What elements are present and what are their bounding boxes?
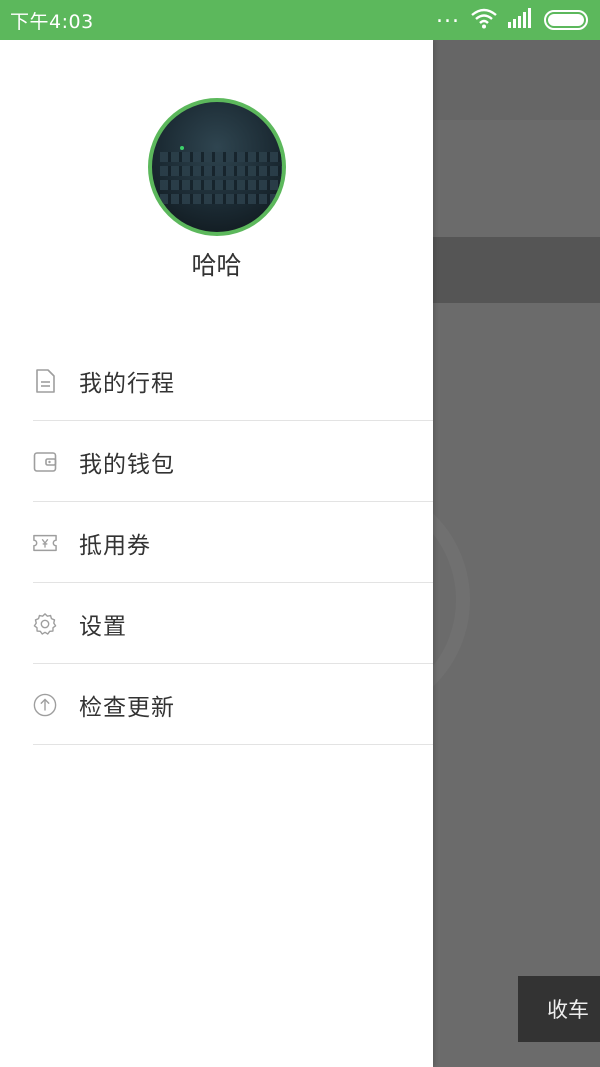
menu-item-label: 设置 (79, 613, 127, 640)
menu-item-check-update[interactable]: 检查更新 (0, 664, 433, 745)
menu-item-label: 我的钱包 (79, 451, 175, 478)
coupon-icon (33, 531, 57, 555)
app-screen: 下午4:03 ... 收车 哈哈 我的行程 我的钱包 抵用券 设置 检查更新 (0, 0, 600, 1067)
status-time: 下午4:03 (10, 10, 94, 33)
wallet-icon (33, 450, 57, 474)
arrow-up-circle-icon (33, 693, 57, 717)
wifi-icon (470, 7, 498, 33)
menu-item-label: 我的行程 (79, 370, 175, 397)
signal-icon (508, 8, 534, 32)
gear-icon (33, 612, 57, 636)
document-icon (33, 368, 57, 393)
shoucha-button[interactable]: 收车 (518, 976, 600, 1042)
menu-item-coupons[interactable]: 抵用券 (0, 502, 433, 583)
user-name: 哈哈 (191, 251, 242, 280)
avatar[interactable] (148, 98, 286, 236)
battery-icon (544, 10, 588, 30)
more-dots-icon: ... (436, 3, 460, 28)
menu-item-wallet[interactable]: 我的钱包 (0, 421, 433, 502)
navigation-drawer: 哈哈 我的行程 我的钱包 抵用券 设置 检查更新 (0, 40, 433, 1067)
menu-item-trips[interactable]: 我的行程 (0, 340, 433, 421)
menu-item-label: 检查更新 (79, 694, 175, 721)
drawer-menu: 我的行程 我的钱包 抵用券 设置 检查更新 (0, 340, 433, 745)
menu-item-label: 抵用券 (79, 532, 151, 559)
menu-item-settings[interactable]: 设置 (0, 583, 433, 664)
status-bar: 下午4:03 ... (0, 0, 600, 40)
status-icons: ... (436, 3, 588, 33)
